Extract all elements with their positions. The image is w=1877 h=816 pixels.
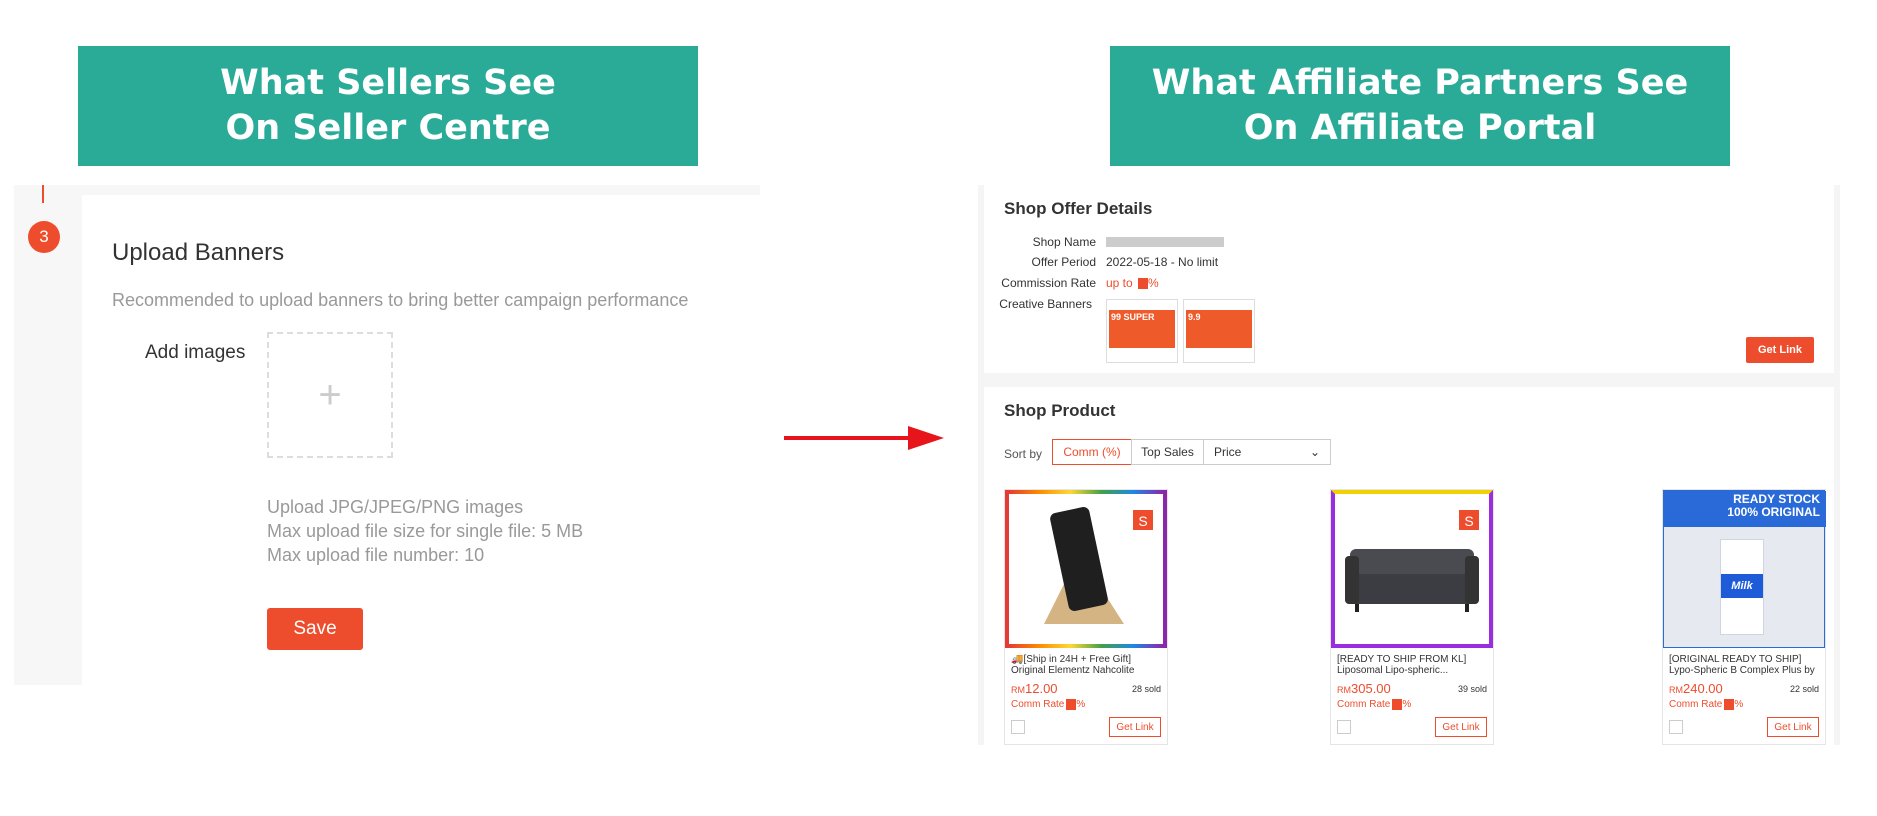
upload-hints: Upload JPG/JPEG/PNG images Max upload fi…	[267, 495, 583, 567]
price-value: 240.00	[1683, 681, 1723, 696]
product-get-link-button[interactable]: Get Link	[1109, 717, 1161, 737]
affiliate-header-line1: What Affiliate Partners See	[1151, 63, 1689, 103]
comm-rate-suffix: %	[1734, 699, 1744, 711]
price-value: 305.00	[1351, 681, 1391, 696]
creative-banner-thumbnail[interactable]: 99 SUPER	[1106, 299, 1178, 363]
seller-header-line2: On Seller Centre	[225, 108, 551, 148]
plus-icon: +	[318, 372, 342, 417]
shop-offer-details-title: Shop Offer Details	[1004, 199, 1153, 218]
product-card[interactable]: S 🚚[Ship in 24H + Free Gift] Original El…	[1004, 489, 1168, 745]
step-number-badge: 3	[28, 221, 60, 253]
sold-count: 39 sold	[1457, 684, 1487, 694]
currency-label: RM	[1011, 685, 1025, 695]
product-name: 🚚[Ship in 24H + Free Gift] Original Elem…	[1011, 654, 1135, 676]
comm-rate-suffix: %	[1402, 699, 1412, 711]
offer-period-value: 2022-05-18 - No limit	[1106, 255, 1219, 269]
shopee-bag-icon: S	[1457, 504, 1481, 532]
affiliate-portal-header: What Affiliate Partners See On Affiliate…	[1110, 46, 1730, 166]
product-image: S	[1331, 490, 1493, 648]
redacted-rate-mark	[1066, 699, 1077, 710]
commission-rate-suffix: %	[1148, 276, 1159, 290]
currency-label: RM	[1669, 685, 1683, 695]
product-price: RM12.00	[1011, 681, 1058, 696]
step-connector-line	[42, 185, 44, 203]
product-checkbox[interactable]	[1669, 720, 1683, 734]
upload-banners-section: Upload Banners Recommended to upload ban…	[82, 195, 760, 685]
sold-count: 22 sold	[1789, 684, 1819, 694]
commission-rate-value: up to %	[1106, 276, 1159, 290]
banner-image: 9.9	[1186, 310, 1252, 348]
product-image: READY STOCK 100% ORIGINAL READY STOCK 10…	[1663, 490, 1826, 648]
product-price: RM305.00	[1337, 681, 1391, 696]
banner-image: 99 SUPER	[1109, 310, 1175, 348]
comm-rate-suffix: %	[1076, 699, 1086, 711]
upload-hint-format: Upload JPG/JPEG/PNG images	[267, 497, 524, 517]
sort-top-sales-button[interactable]: Top Sales	[1131, 439, 1204, 465]
creative-banners-label: Creative Banners	[999, 297, 1092, 311]
price-value: 12.00	[1025, 681, 1058, 696]
shop-name-redacted	[1106, 237, 1224, 247]
svg-text:S: S	[1138, 513, 1147, 529]
product-checkbox[interactable]	[1011, 720, 1025, 734]
banner-text: 9.9	[1188, 312, 1201, 322]
currency-label: RM	[1337, 685, 1351, 695]
sort-comm-button[interactable]: Comm (%)	[1052, 439, 1132, 465]
upload-banners-title: Upload Banners	[112, 239, 285, 266]
milk-carton-image: Milk	[1720, 539, 1764, 635]
shop-name-label: Shop Name	[1032, 235, 1096, 249]
affiliate-portal-panel: Shop Offer Details Shop Name Offer Perio…	[978, 185, 1840, 745]
product-card[interactable]: READY STOCK 100% ORIGINAL READY STOCK 10…	[1662, 489, 1826, 745]
comm-rate: Comm Rate%	[1011, 699, 1085, 710]
upload-hint-size: Max upload file size for single file: 5 …	[267, 521, 584, 541]
shopee-bag-icon: S	[1131, 504, 1155, 532]
seller-centre-panel: 3 Upload Banners Recommended to upload b…	[14, 185, 760, 685]
add-images-label: Add images	[145, 342, 246, 363]
product-price: RM240.00	[1669, 681, 1723, 696]
commission-rate-label: Commission Rate	[1001, 276, 1096, 290]
upload-hint-count: Max upload file number: 10	[267, 545, 485, 565]
seller-centre-header: What Sellers See On Seller Centre	[78, 46, 698, 166]
comm-rate: Comm Rate%	[1669, 699, 1743, 710]
image-upload-dropzone[interactable]: +	[267, 332, 393, 458]
chevron-down-icon: ⌄	[1309, 445, 1320, 459]
commission-rate-text: up to	[1106, 276, 1133, 290]
banner-text: 99 SUPER	[1111, 312, 1155, 322]
redacted-rate-mark	[1392, 699, 1403, 710]
comm-rate: Comm Rate%	[1337, 699, 1411, 710]
get-link-button[interactable]: Get Link	[1746, 337, 1814, 363]
redacted-rate-mark	[1138, 278, 1149, 290]
sort-by-label: Sort by	[1004, 447, 1043, 461]
sold-count: 28 sold	[1131, 684, 1161, 694]
shop-offer-details-card: Shop Offer Details Shop Name Offer Perio…	[984, 185, 1834, 373]
comm-rate-label: Comm Rate	[1011, 699, 1065, 711]
comm-rate-label: Comm Rate	[1337, 699, 1391, 711]
upload-banners-description: Recommended to upload banners to bring b…	[112, 290, 689, 310]
banner-line-2: 100% ORIGINAL	[1727, 505, 1820, 519]
shop-product-card: Shop Product Sort by Comm (%) Top Sales …	[984, 387, 1834, 745]
product-get-link-button[interactable]: Get Link	[1767, 717, 1819, 737]
creative-banner-thumbnail[interactable]: 9.9	[1183, 299, 1255, 363]
product-checkbox[interactable]	[1337, 720, 1351, 734]
seller-header-line1: What Sellers See	[220, 63, 556, 103]
product-get-link-button[interactable]: Get Link	[1435, 717, 1487, 737]
product-image: S	[1005, 490, 1167, 648]
ready-stock-banner-overlay: READY STOCK 100% ORIGINAL	[1727, 493, 1820, 519]
product-name: [READY TO SHIP FROM KL] Liposomal Lipo-s…	[1337, 654, 1467, 676]
comm-rate-label: Comm Rate	[1669, 699, 1723, 711]
svg-text:S: S	[1464, 513, 1473, 529]
offer-period-label: Offer Period	[1031, 255, 1096, 269]
shop-product-title: Shop Product	[1004, 401, 1116, 420]
arrow-right-icon	[784, 426, 944, 450]
redacted-rate-mark	[1724, 699, 1735, 710]
affiliate-header-line2: On Affiliate Portal	[1243, 108, 1597, 148]
product-name: [ORIGINAL READY TO SHIP] Lypo-Spheric B …	[1669, 654, 1815, 676]
product-card[interactable]: S [READY TO SHIP FROM KL] Liposomal Lipo…	[1330, 489, 1494, 745]
sort-price-select[interactable]: Price ⌄	[1203, 439, 1331, 465]
save-button[interactable]: Save	[267, 608, 363, 650]
carton-label: Milk	[1721, 574, 1763, 598]
price-select-label: Price	[1214, 445, 1242, 459]
